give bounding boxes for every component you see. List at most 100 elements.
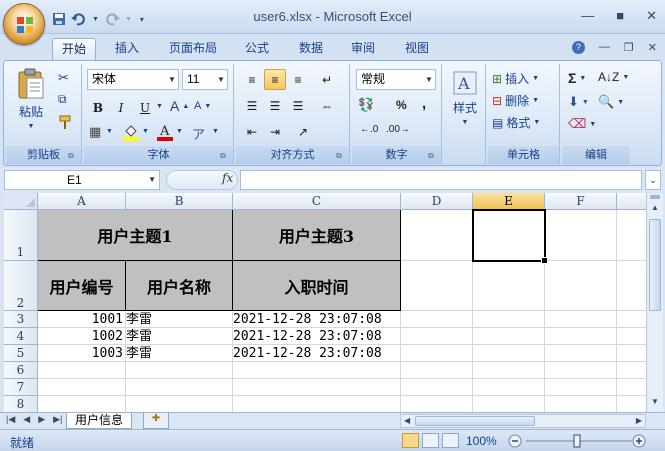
decrease-indent-button[interactable]: ⇤ (241, 121, 263, 142)
prev-sheet-icon[interactable]: ◀ (23, 414, 30, 425)
cell-e8[interactable] (473, 396, 545, 412)
cell-c4[interactable]: 2021-12-28 23:07:08 (233, 328, 401, 345)
row-header-1[interactable]: 1 (4, 210, 38, 261)
worksheet-grid[interactable]: A B C D E F 1 2 3 4 5 6 7 8 用户主题1 用户主题3 … (4, 193, 646, 412)
fill-color-icon[interactable] (122, 123, 140, 141)
normal-view-icon[interactable] (402, 433, 419, 448)
zoom-slider[interactable] (508, 434, 658, 448)
font-name-combo[interactable]: 宋体 ▼ (87, 69, 179, 90)
cell-f6[interactable] (545, 362, 617, 379)
column-header-a[interactable]: A (38, 193, 126, 210)
cell-f7[interactable] (545, 379, 617, 396)
align-bottom-button[interactable]: ≡ (287, 69, 309, 90)
cell-a6[interactable] (38, 362, 126, 379)
row-header-6[interactable]: 6 (4, 362, 38, 379)
doc-restore-icon[interactable]: ❐ (624, 41, 634, 54)
column-header-b[interactable]: B (126, 193, 233, 210)
cell-c5[interactable]: 2021-12-28 23:07:08 (233, 345, 401, 362)
find-select-button[interactable]: 🔍 ▼ (598, 94, 624, 110)
clipboard-launcher-icon[interactable]: ⧉ (68, 151, 78, 161)
cell-e5[interactable] (473, 345, 545, 362)
column-header-g[interactable] (617, 193, 646, 210)
increase-font-icon[interactable]: A ▲ (170, 98, 189, 114)
header-cell-user-topic-1[interactable]: 用户主题1 (38, 210, 233, 261)
scroll-left-icon[interactable]: ◀ (404, 416, 410, 425)
increase-indent-button[interactable]: ⇥ (264, 121, 286, 142)
tab-page-layout[interactable]: 页面布局 (160, 38, 226, 60)
format-painter-icon[interactable] (58, 114, 74, 130)
cell-f5[interactable] (545, 345, 617, 362)
insert-cells-button[interactable]: ⊞ 插入 ▼ (492, 70, 539, 87)
comma-button[interactable]: , (422, 95, 426, 112)
insert-cells-dropdown-icon[interactable]: ▼ (532, 75, 539, 82)
cell-c8[interactable] (233, 396, 401, 412)
cell-b8[interactable] (126, 396, 233, 412)
increase-decimal-icon[interactable]: ←.0 (360, 124, 378, 135)
cell-e3[interactable] (473, 311, 545, 328)
clear-dropdown-icon[interactable]: ▼ (589, 121, 596, 128)
vertical-scroll-thumb[interactable] (649, 219, 661, 311)
next-sheet-icon[interactable]: ▶ (38, 414, 45, 425)
cell-g6[interactable] (617, 362, 646, 379)
cell-g5[interactable] (617, 345, 646, 362)
selected-cell-e1[interactable] (472, 209, 548, 264)
doc-minimize-icon[interactable]: — (599, 41, 610, 54)
cell-b5[interactable]: 李雷 (126, 345, 233, 362)
name-box[interactable]: E1 ▼ (4, 170, 160, 190)
page-break-view-icon[interactable] (442, 433, 459, 448)
italic-button[interactable]: I (110, 97, 132, 118)
header-cell-hire-time[interactable]: 入职时间 (233, 261, 401, 311)
underline-dropdown-icon[interactable]: ▼ (156, 103, 163, 110)
autosum-button[interactable]: Σ ▼ (568, 70, 586, 86)
cell-f3[interactable] (545, 311, 617, 328)
underline-button[interactable]: U (134, 97, 156, 118)
font-color-dropdown-icon[interactable]: ▼ (176, 128, 183, 135)
fill-color-dropdown-icon[interactable]: ▼ (142, 128, 149, 135)
minimize-icon[interactable]: — (581, 8, 594, 24)
cell-g3[interactable] (617, 311, 646, 328)
row-header-8[interactable]: 8 (4, 396, 38, 412)
cell-f8[interactable] (545, 396, 617, 412)
copy-icon[interactable]: ⧉ (58, 92, 67, 107)
number-format-dropdown-icon[interactable]: ▼ (423, 70, 435, 89)
cell-c3[interactable]: 2021-12-28 23:07:08 (233, 311, 401, 328)
cell-c6[interactable] (233, 362, 401, 379)
styles-dropdown-icon[interactable]: ▼ (462, 119, 469, 126)
vertical-scrollbar[interactable]: ▲ ▼ (646, 193, 663, 412)
cell-a4[interactable]: 1002 (38, 328, 126, 345)
cell-d1[interactable] (401, 210, 473, 261)
borders-dropdown-icon[interactable]: ▼ (106, 128, 113, 135)
page-layout-view-icon[interactable] (422, 433, 439, 448)
tab-home[interactable]: 开始 (52, 38, 96, 60)
cut-icon[interactable]: ✂ (58, 70, 69, 86)
column-header-f[interactable]: F (545, 193, 617, 210)
cell-d3[interactable] (401, 311, 473, 328)
zoom-level[interactable]: 100% (466, 434, 497, 448)
cell-g7[interactable] (617, 379, 646, 396)
header-cell-user-id[interactable]: 用户编号 (38, 261, 126, 311)
sort-filter-button[interactable]: A↓Z ▼ (598, 70, 629, 84)
cell-f2[interactable] (545, 261, 617, 311)
phonetic-dropdown-icon[interactable]: ▼ (212, 128, 219, 135)
cell-a3[interactable]: 1001 (38, 311, 126, 328)
font-size-dropdown-icon[interactable]: ▼ (215, 70, 227, 89)
cell-g8[interactable] (617, 396, 646, 412)
cell-g1[interactable] (617, 210, 646, 261)
header-cell-user-name[interactable]: 用户名称 (126, 261, 233, 311)
font-name-dropdown-icon[interactable]: ▼ (166, 70, 178, 89)
merge-center-button[interactable]: ⇔ (316, 95, 338, 116)
formula-input[interactable] (240, 170, 642, 190)
cell-a7[interactable] (38, 379, 126, 396)
cell-e6[interactable] (473, 362, 545, 379)
tab-view[interactable]: 视图 (396, 38, 438, 60)
cell-b7[interactable] (126, 379, 233, 396)
cell-b4[interactable]: 李雷 (126, 328, 233, 345)
cell-c7[interactable] (233, 379, 401, 396)
autosum-dropdown-icon[interactable]: ▼ (579, 75, 586, 82)
paste-button[interactable]: 粘贴 ▼ (14, 68, 48, 130)
column-header-c[interactable]: C (233, 193, 401, 210)
wrap-text-button[interactable]: ↵ (316, 69, 338, 90)
row-header-4[interactable]: 4 (4, 328, 38, 345)
cell-d5[interactable] (401, 345, 473, 362)
cell-d4[interactable] (401, 328, 473, 345)
